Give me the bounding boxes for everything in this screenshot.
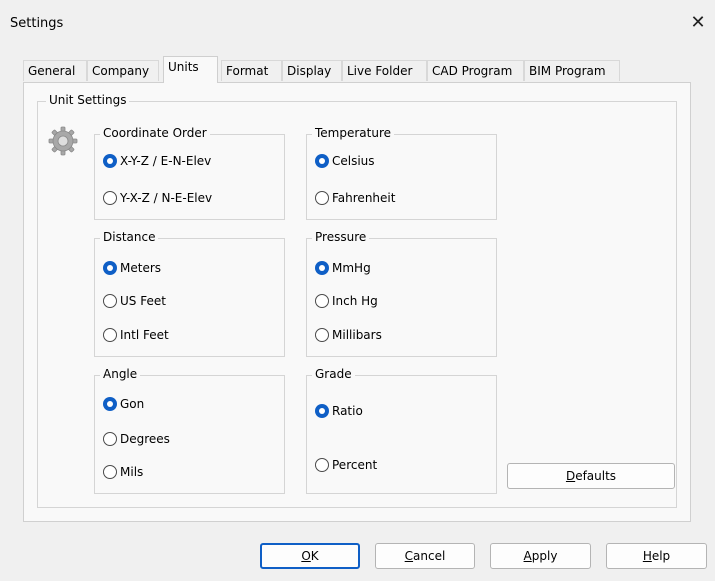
cancel-mnemonic: C xyxy=(404,549,414,563)
angle-label: Angle xyxy=(100,367,141,381)
angle-group: Angle Gon Degrees Mils xyxy=(94,367,285,494)
radio-selected-indicator xyxy=(103,397,117,411)
radio-indicator xyxy=(103,432,117,446)
radio-selected-indicator xyxy=(103,261,117,275)
radio-label: US Feet xyxy=(120,294,166,308)
help-button[interactable]: Help xyxy=(606,543,707,569)
tab-display[interactable]: Display xyxy=(282,60,342,81)
defaults-button[interactable]: Defaults xyxy=(507,463,675,489)
tab-general[interactable]: General xyxy=(23,60,87,81)
apply-button[interactable]: Apply xyxy=(490,543,591,569)
tab-live-folder[interactable]: Live Folder xyxy=(342,60,427,81)
radio-label: MmHg xyxy=(332,261,371,275)
apply-label-rest: pply xyxy=(531,549,558,563)
radio-label: Ratio xyxy=(332,404,363,418)
radio-selected-indicator xyxy=(315,261,329,275)
tab-cad-program[interactable]: CAD Program xyxy=(427,60,524,81)
radio-label: Celsius xyxy=(332,154,375,168)
grade-label: Grade xyxy=(312,367,355,381)
radio-indicator xyxy=(315,191,329,205)
cancel-label-rest: ancel xyxy=(413,549,446,563)
tab-units[interactable]: Units xyxy=(163,56,218,83)
ok-mnemonic: O xyxy=(301,549,311,563)
radio-label: Millibars xyxy=(332,328,382,342)
distance-label: Distance xyxy=(100,230,159,244)
radio-label: Y-X-Z / N-E-Elev xyxy=(120,191,213,205)
radio-label: Gon xyxy=(120,397,145,411)
unit-settings-group: Unit Settings Coordinate Order X-Y-Z / E… xyxy=(37,93,677,508)
distance-group: Distance Meters US Feet Intl Feet xyxy=(94,230,285,357)
grade-group: Grade Ratio Percent xyxy=(306,367,497,494)
unit-settings-label: Unit Settings xyxy=(46,93,130,107)
radio-label: Intl Feet xyxy=(120,328,169,342)
radio-label: Mils xyxy=(120,465,144,479)
radio-indicator xyxy=(315,294,329,308)
defaults-label-rest: efaults xyxy=(575,469,617,483)
radio-indicator xyxy=(315,458,329,472)
defaults-mnemonic: D xyxy=(565,469,576,483)
title-bar: Settings ✕ xyxy=(0,0,715,44)
radio-label: Percent xyxy=(332,458,378,472)
tab-format[interactable]: Format xyxy=(221,60,282,81)
help-label-rest: elp xyxy=(651,549,671,563)
ok-button[interactable]: OK xyxy=(260,543,360,569)
cancel-button[interactable]: Cancel xyxy=(375,543,475,569)
radio-indicator xyxy=(103,191,117,205)
radio-selected-indicator xyxy=(315,404,329,418)
radio-indicator xyxy=(103,294,117,308)
radio-label: Inch Hg xyxy=(332,294,378,308)
radio-label: Meters xyxy=(120,261,162,275)
radio-indicator xyxy=(315,328,329,342)
radio-indicator xyxy=(103,328,117,342)
coordinate-order-group: Coordinate Order X-Y-Z / E-N-Elev Y-X-Z … xyxy=(94,126,285,220)
temperature-label: Temperature xyxy=(312,126,395,140)
pressure-label: Pressure xyxy=(312,230,370,244)
tab-bim-program[interactable]: BIM Program xyxy=(524,60,620,81)
radio-label: Fahrenheit xyxy=(332,191,396,205)
ok-label-rest: K xyxy=(310,549,319,563)
window-title: Settings xyxy=(10,16,64,31)
radio-label: X-Y-Z / E-N-Elev xyxy=(120,154,212,168)
pressure-group: Pressure MmHg Inch Hg Millibars xyxy=(306,230,497,357)
help-mnemonic: H xyxy=(642,549,652,563)
radio-indicator xyxy=(103,465,117,479)
apply-mnemonic: A xyxy=(523,549,532,563)
units-tab-panel: Unit Settings Coordinate Order X-Y-Z / E… xyxy=(23,82,691,522)
coordinate-order-label: Coordinate Order xyxy=(100,126,210,140)
radio-label: Degrees xyxy=(120,432,170,446)
temperature-group: Temperature Celsius Fahrenheit xyxy=(306,126,497,220)
gear-icon xyxy=(48,126,78,156)
close-icon[interactable]: ✕ xyxy=(687,12,709,34)
radio-selected-indicator xyxy=(315,154,329,168)
tab-company[interactable]: Company xyxy=(87,60,159,81)
dialog-footer: OK Cancel Apply Help xyxy=(0,523,715,581)
radio-selected-indicator xyxy=(103,154,117,168)
